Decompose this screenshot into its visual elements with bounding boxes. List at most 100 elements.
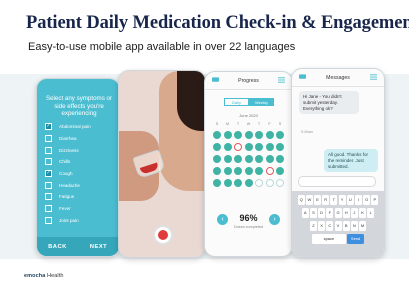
- symptom-option[interactable]: Headache: [45, 179, 111, 191]
- calendar-day-future[interactable]: [255, 179, 263, 187]
- calendar-day-missed[interactable]: [265, 167, 274, 175]
- key[interactable]: D: [318, 208, 326, 218]
- tab-daily[interactable]: Daily: [224, 98, 249, 106]
- checkbox-checked-icon[interactable]: ✓: [45, 170, 52, 178]
- key[interactable]: R: [322, 195, 330, 205]
- key[interactable]: Z: [309, 221, 317, 231]
- company-logo: emocha Health: [24, 273, 64, 279]
- calendar-day-done[interactable]: [276, 155, 284, 163]
- key[interactable]: F: [326, 208, 334, 218]
- key[interactable]: L: [367, 208, 375, 218]
- menu-icon[interactable]: [278, 77, 285, 83]
- key[interactable]: B: [342, 221, 350, 231]
- calendar-day-done[interactable]: [265, 143, 274, 151]
- phone-messages: Messages Hi Jane - You didn't submit yes…: [291, 68, 385, 258]
- calendar-day-future[interactable]: [276, 179, 284, 187]
- space-key[interactable]: space: [311, 234, 346, 244]
- key[interactable]: N: [350, 221, 358, 231]
- calendar-day-done[interactable]: [213, 179, 221, 187]
- checkbox-icon[interactable]: [45, 146, 52, 154]
- symptom-option[interactable]: ✓ Cough: [45, 168, 111, 180]
- key[interactable]: J: [350, 208, 358, 218]
- key[interactable]: O: [363, 195, 371, 205]
- checkbox-icon[interactable]: [45, 216, 52, 224]
- tab-weekly[interactable]: Weekly: [249, 98, 274, 106]
- calendar-day-done[interactable]: [244, 143, 253, 151]
- menu-icon[interactable]: [370, 74, 377, 80]
- symptom-label: Joint pain: [59, 217, 79, 223]
- key[interactable]: E: [314, 195, 322, 205]
- key[interactable]: Q: [297, 195, 305, 205]
- symptom-list: ✓ Abdominal pain Diarrhea Dizziness Chills ✓ C…: [45, 121, 111, 226]
- checkbox-icon[interactable]: [45, 193, 52, 201]
- symptom-option[interactable]: Diarrhea: [45, 133, 111, 145]
- calendar-day-done[interactable]: [223, 131, 232, 139]
- checkbox-icon[interactable]: [45, 205, 52, 213]
- key[interactable]: K: [359, 208, 367, 218]
- symptom-option[interactable]: Fatigue: [45, 191, 111, 203]
- key[interactable]: M: [359, 221, 367, 231]
- calendar-day-done[interactable]: [213, 167, 221, 175]
- back-button[interactable]: BACK: [37, 237, 78, 256]
- calendar-day-done[interactable]: [244, 155, 253, 163]
- key[interactable]: P: [371, 195, 379, 205]
- calendar-day-done[interactable]: [223, 143, 232, 151]
- key[interactable]: V: [334, 221, 342, 231]
- message-input[interactable]: [298, 176, 376, 187]
- checkbox-icon[interactable]: [45, 181, 52, 189]
- symptom-option[interactable]: Dizziness: [45, 144, 111, 156]
- calendar-day-done[interactable]: [265, 155, 274, 163]
- key[interactable]: U: [346, 195, 354, 205]
- calendar-day-done[interactable]: [255, 155, 263, 163]
- calendar-day-done[interactable]: [223, 167, 232, 175]
- keyboard-row: space Send: [292, 234, 384, 244]
- key[interactable]: Y: [338, 195, 346, 205]
- calendar-day-done[interactable]: [276, 167, 284, 175]
- calendar-day-done[interactable]: [213, 131, 221, 139]
- key[interactable]: A: [301, 208, 309, 218]
- calendar-day-done[interactable]: [265, 131, 274, 139]
- calendar-day-done[interactable]: [255, 131, 263, 139]
- calendar-day-done[interactable]: [276, 143, 284, 151]
- symptom-option[interactable]: ✓ Abdominal pain: [45, 121, 111, 133]
- calendar-day-done[interactable]: [244, 131, 253, 139]
- symptom-option[interactable]: Fever: [45, 203, 111, 215]
- symptom-option[interactable]: Chills: [45, 156, 111, 168]
- record-button[interactable]: [153, 225, 173, 245]
- calendar-day-done[interactable]: [213, 155, 221, 163]
- symptom-label: Fever: [59, 206, 71, 212]
- calendar-day-done[interactable]: [244, 167, 253, 175]
- key[interactable]: S: [309, 208, 317, 218]
- key[interactable]: G: [334, 208, 342, 218]
- calendar-day-done[interactable]: [255, 167, 263, 175]
- next-button[interactable]: NEXT: [78, 237, 119, 256]
- calendar-day-done[interactable]: [213, 143, 221, 151]
- calendar-day-done[interactable]: [234, 155, 242, 163]
- calendar-day-done[interactable]: [234, 179, 242, 187]
- key[interactable]: I: [354, 195, 362, 205]
- calendar-day-done[interactable]: [223, 155, 232, 163]
- weekday-label: T: [236, 122, 240, 126]
- symptom-option[interactable]: Joint pain: [45, 215, 111, 227]
- calendar-day-done[interactable]: [234, 131, 242, 139]
- calendar-day-done[interactable]: [244, 179, 253, 187]
- send-button[interactable]: Send: [347, 234, 365, 244]
- key[interactable]: C: [326, 221, 334, 231]
- key[interactable]: W: [305, 195, 313, 205]
- checkbox-icon[interactable]: [45, 135, 52, 143]
- chat-icon[interactable]: [212, 77, 219, 83]
- calendar-day-missed[interactable]: [234, 143, 242, 151]
- calendar-day-done[interactable]: [223, 179, 232, 187]
- calendar-day-done[interactable]: [234, 167, 242, 175]
- calendar-month: June 2020: [239, 113, 258, 118]
- calendar-day-done[interactable]: [255, 143, 263, 151]
- calendar-day-done[interactable]: [276, 131, 284, 139]
- page-title: Patient Daily Medication Check-in & Enga…: [26, 13, 409, 33]
- chat-icon[interactable]: [299, 74, 306, 80]
- calendar-day-future[interactable]: [265, 179, 274, 187]
- checkbox-icon[interactable]: [45, 158, 52, 166]
- key[interactable]: X: [318, 221, 326, 231]
- key[interactable]: T: [330, 195, 338, 205]
- checkbox-checked-icon[interactable]: ✓: [45, 123, 52, 131]
- key[interactable]: H: [342, 208, 350, 218]
